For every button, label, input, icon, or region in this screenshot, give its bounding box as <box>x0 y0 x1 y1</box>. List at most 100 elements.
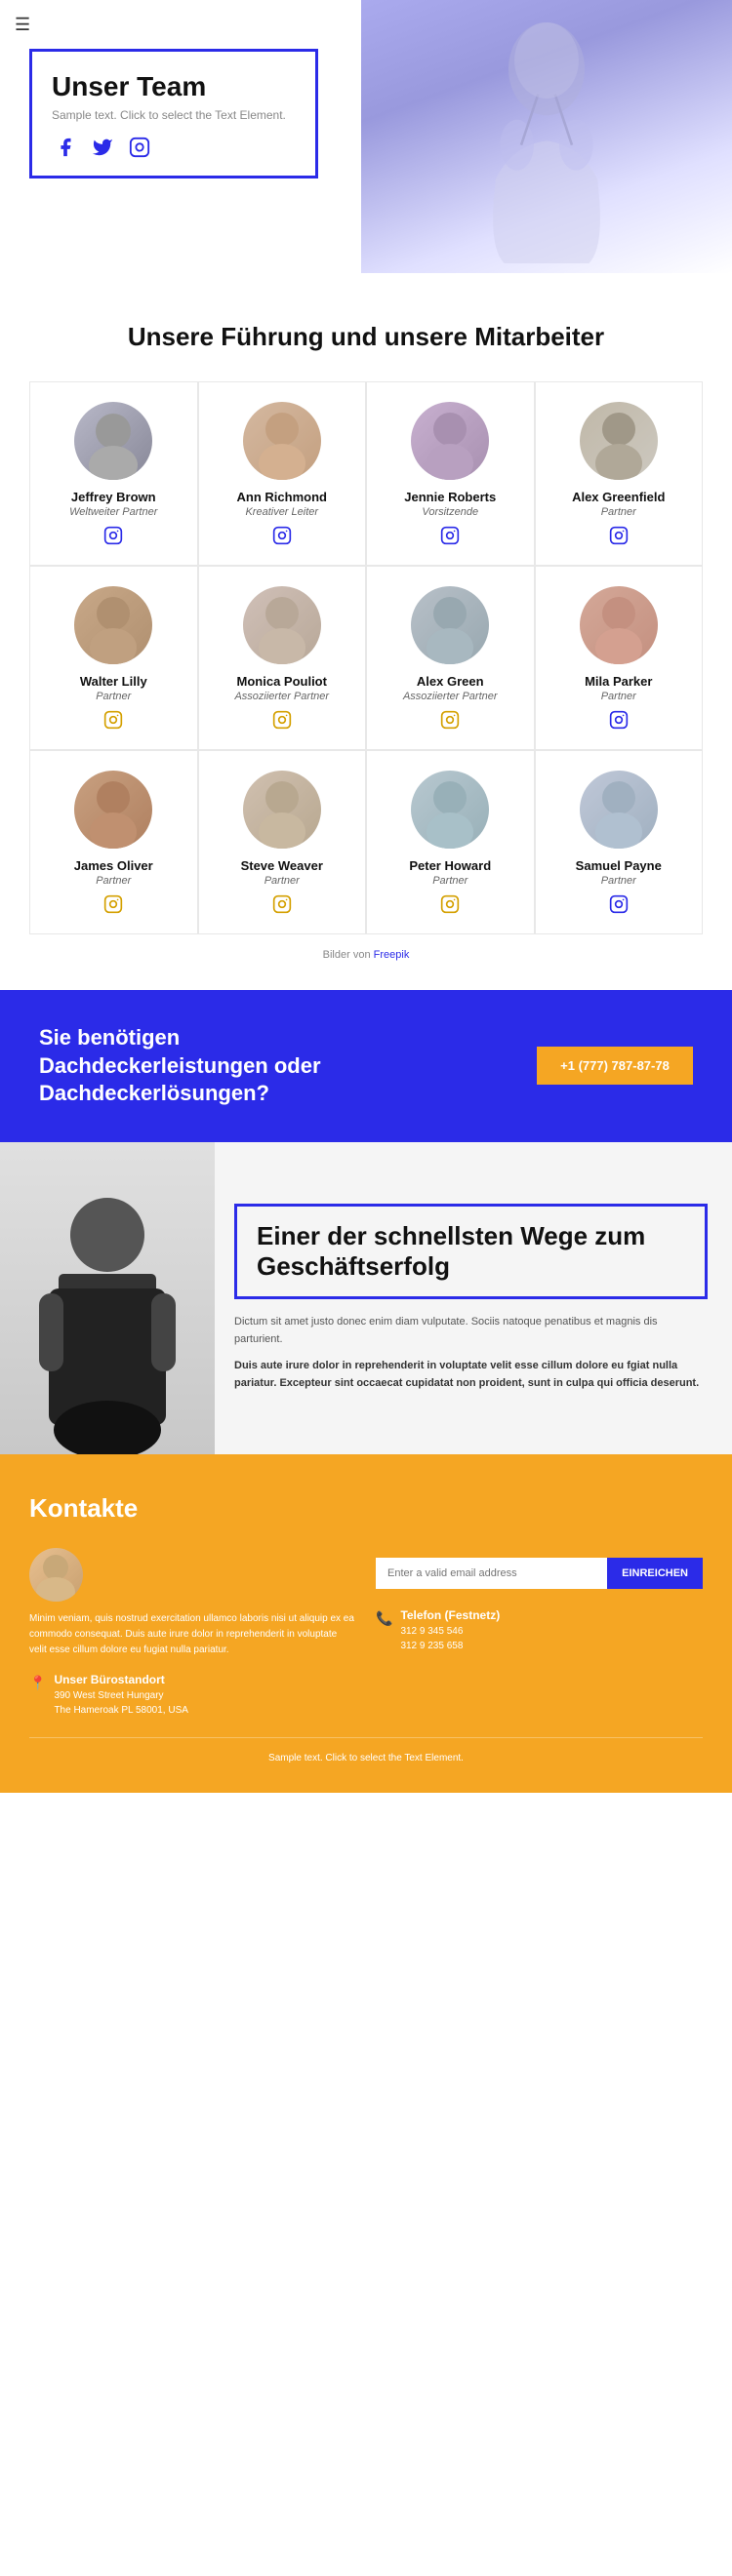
member-11-role: Partner <box>432 875 468 887</box>
freepik-note: Bilder von Freepik <box>29 949 703 961</box>
avatar-samuel <box>580 771 658 849</box>
member-4-name: Alex Greenfield <box>572 490 665 504</box>
member-6-name: Monica Pouliot <box>237 674 327 689</box>
team-card-12: Samuel Payne Partner <box>535 750 704 934</box>
member-2-name: Ann Richmond <box>237 490 327 504</box>
team-card-6: Monica Pouliot Assoziierter Partner <box>198 566 367 750</box>
contact-avatar <box>29 1548 83 1602</box>
hero-social <box>52 134 286 161</box>
about-desc1: Dictum sit amet justo donec enim diam vu… <box>234 1314 708 1348</box>
team-grid: Jeffrey Brown Weltweiter Partner Ann Ric… <box>29 381 703 934</box>
team-card-3: Jennie Roberts Vorsitzende <box>366 381 535 566</box>
cta-section: Sie benötigen Dachdeckerleistungen oder … <box>0 990 732 1142</box>
member-3-instagram-icon[interactable] <box>440 526 460 550</box>
cta-text: Sie benötigen Dachdeckerleistungen oder … <box>39 1024 410 1108</box>
member-7-instagram-icon[interactable] <box>440 710 460 734</box>
member-11-name: Peter Howard <box>409 858 491 873</box>
contact-phone-line1: 312 9 345 546 <box>400 1624 500 1639</box>
contact-left: Minim veniam, quis nostrud exercitation … <box>29 1548 356 1718</box>
member-9-role: Partner <box>96 875 131 887</box>
member-5-role: Partner <box>96 691 131 702</box>
member-9-instagram-icon[interactable] <box>103 894 123 919</box>
hero-title: Unser Team <box>52 71 286 102</box>
contact-section: Kontakte Minim veniam, quis nostrud exer… <box>0 1454 732 1793</box>
avatar-steve <box>243 771 321 849</box>
member-12-instagram-icon[interactable] <box>609 894 629 919</box>
member-4-instagram-icon[interactable] <box>609 526 629 550</box>
facebook-icon[interactable] <box>52 134 79 161</box>
member-7-role: Assoziierter Partner <box>403 691 498 702</box>
member-9-name: James Oliver <box>74 858 153 873</box>
instagram-icon[interactable] <box>126 134 153 161</box>
team-card-5: Walter Lilly Partner <box>29 566 198 750</box>
menu-icon[interactable]: ☰ <box>15 15 30 35</box>
contact-address-title: Unser Bürostandort <box>54 1673 187 1686</box>
contact-submit-button[interactable]: EINREICHEN <box>607 1558 703 1589</box>
member-8-instagram-icon[interactable] <box>609 710 629 734</box>
team-card-1: Jeffrey Brown Weltweiter Partner <box>29 381 198 566</box>
member-3-name: Jennie Roberts <box>404 490 496 504</box>
member-2-instagram-icon[interactable] <box>272 526 292 550</box>
freepik-link[interactable]: Freepik <box>374 949 410 961</box>
team-section: Unsere Führung und unsere Mitarbeiter Je… <box>0 273 732 990</box>
location-icon: 📍 <box>29 1675 46 1691</box>
contact-title: Kontakte <box>29 1493 703 1524</box>
member-2-role: Kreativer Leiter <box>245 506 318 518</box>
member-8-role: Partner <box>601 691 636 702</box>
contact-footer-text: Sample text. Click to select the Text El… <box>268 1753 464 1764</box>
contact-email-row: EINREICHEN <box>376 1558 703 1589</box>
member-1-instagram-icon[interactable] <box>103 526 123 550</box>
avatar-jennie <box>411 402 489 480</box>
contact-address-block: 📍 Unser Bürostandort 390 West Street Hun… <box>29 1673 356 1718</box>
about-title-box: Einer der schnellsten Wege zum Geschäfts… <box>234 1204 708 1299</box>
member-8-name: Mila Parker <box>585 674 652 689</box>
member-6-role: Assoziierter Partner <box>234 691 329 702</box>
hero-content: Unser Team Sample text. Click to select … <box>29 49 318 178</box>
contact-phone-title: Telefon (Festnetz) <box>400 1608 500 1622</box>
avatar-jeffrey <box>74 402 152 480</box>
member-10-role: Partner <box>264 875 300 887</box>
member-6-instagram-icon[interactable] <box>272 710 292 734</box>
cta-phone-button[interactable]: +1 (777) 787-87-78 <box>537 1047 693 1085</box>
avatar-ann <box>243 402 321 480</box>
about-title: Einer der schnellsten Wege zum Geschäfts… <box>257 1221 685 1282</box>
team-card-7: Alex Green Assoziierter Partner <box>366 566 535 750</box>
contact-phone-line2: 312 9 235 658 <box>400 1639 500 1653</box>
contact-phone-block: 📞 Telefon (Festnetz) 312 9 345 546 312 9… <box>376 1608 703 1653</box>
team-card-8: Mila Parker Partner <box>535 566 704 750</box>
contact-address-line2: The Hameroak PL 58001, USA <box>54 1703 187 1718</box>
member-12-name: Samuel Payne <box>576 858 662 873</box>
member-10-instagram-icon[interactable] <box>272 894 292 919</box>
contact-footer: Sample text. Click to select the Text El… <box>29 1737 703 1764</box>
twitter-icon[interactable] <box>89 134 116 161</box>
member-3-role: Vorsitzende <box>422 506 478 518</box>
avatar-alex-green <box>411 586 489 664</box>
about-content: Einer der schnellsten Wege zum Geschäfts… <box>215 1142 732 1454</box>
member-12-role: Partner <box>601 875 636 887</box>
team-card-4: Alex Greenfield Partner <box>535 381 704 566</box>
member-4-role: Partner <box>601 506 636 518</box>
hero-person <box>361 0 732 273</box>
member-7-name: Alex Green <box>417 674 484 689</box>
avatar-walter <box>74 586 152 664</box>
team-card-9: James Oliver Partner <box>29 750 198 934</box>
hero-subtitle: Sample text. Click to select the Text El… <box>52 108 286 122</box>
about-section: Einer der schnellsten Wege zum Geschäfts… <box>0 1142 732 1454</box>
hero-section: ☰ Unser Team Sample text. Click to selec… <box>0 0 732 273</box>
hero-image <box>361 0 732 273</box>
contact-desc: Minim veniam, quis nostrud exercitation … <box>29 1611 356 1658</box>
avatar-alex-g <box>580 402 658 480</box>
contact-grid: Minim veniam, quis nostrud exercitation … <box>29 1548 703 1718</box>
contact-right: EINREICHEN 📞 Telefon (Festnetz) 312 9 34… <box>376 1548 703 1718</box>
contact-address-line1: 390 West Street Hungary <box>54 1688 187 1703</box>
member-5-name: Walter Lilly <box>80 674 147 689</box>
avatar-monica <box>243 586 321 664</box>
member-10-name: Steve Weaver <box>241 858 323 873</box>
member-11-instagram-icon[interactable] <box>440 894 460 919</box>
avatar-james <box>74 771 152 849</box>
avatar-mila <box>580 586 658 664</box>
contact-email-input[interactable] <box>376 1558 607 1589</box>
about-image <box>0 1142 215 1454</box>
phone-icon: 📞 <box>376 1610 392 1627</box>
member-5-instagram-icon[interactable] <box>103 710 123 734</box>
